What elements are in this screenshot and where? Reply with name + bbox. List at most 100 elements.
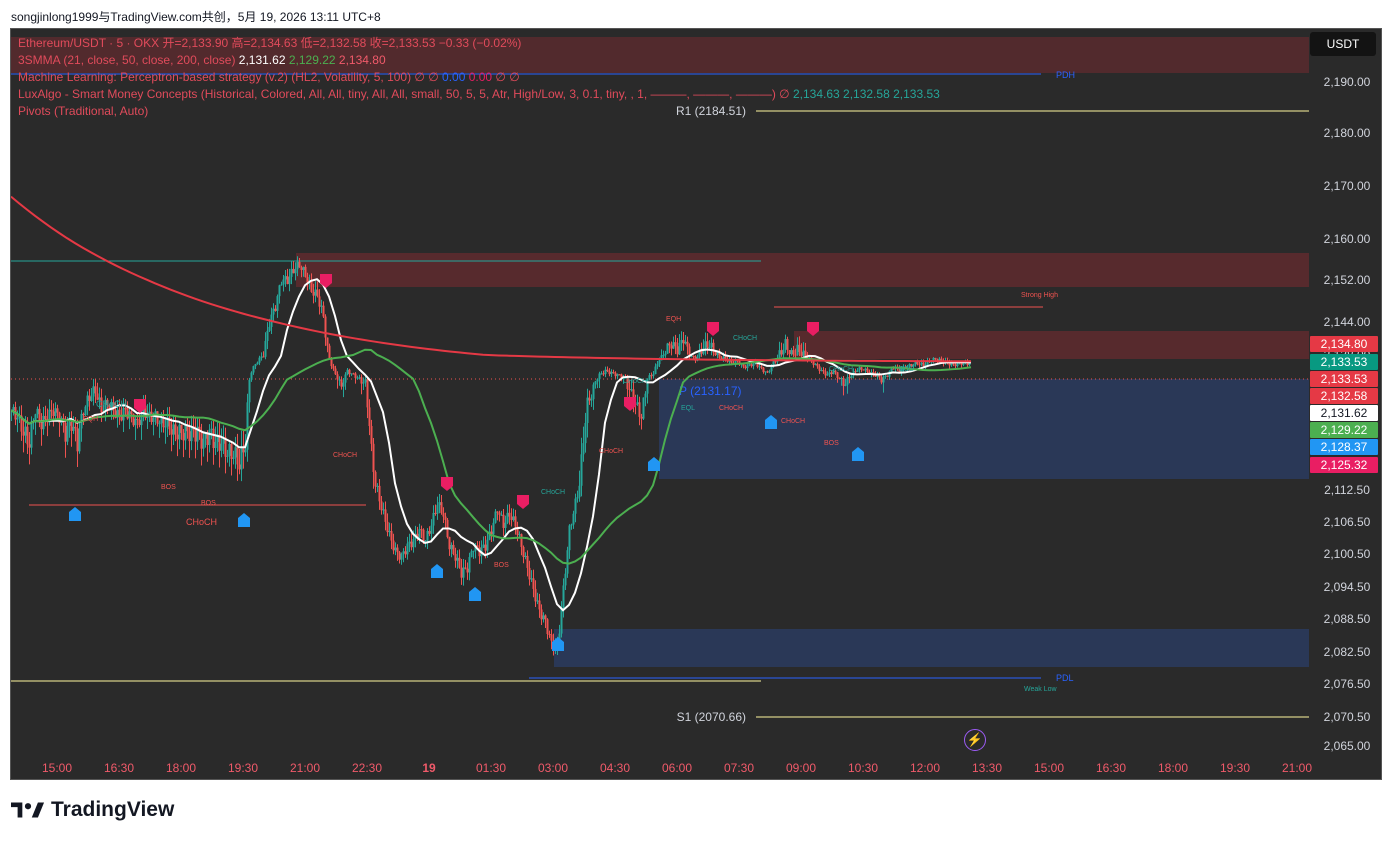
candle-body xyxy=(292,268,295,274)
candle-body xyxy=(424,540,427,542)
candle-body xyxy=(316,289,319,297)
candle-body xyxy=(640,416,643,419)
candle-body xyxy=(668,343,671,346)
candle-body xyxy=(462,567,465,578)
candle-body xyxy=(236,447,239,465)
candle-body xyxy=(840,378,843,380)
candle-body xyxy=(882,376,885,383)
candle-body xyxy=(506,512,509,523)
smc-structure-label: CHoCH xyxy=(623,378,647,385)
candle-body xyxy=(420,529,423,531)
candle-body xyxy=(348,369,351,375)
legend-ml-value-1: 0.00 xyxy=(442,70,466,84)
candle-body xyxy=(584,422,587,444)
candle-body xyxy=(238,464,241,470)
candle-body xyxy=(68,421,71,426)
candle-body xyxy=(854,371,857,373)
candle-body xyxy=(256,362,259,365)
candle-body xyxy=(954,364,957,367)
candle-body xyxy=(234,447,237,458)
candle-body xyxy=(770,366,773,372)
candle-body xyxy=(368,407,371,427)
candle-body xyxy=(406,543,409,555)
candle-body xyxy=(636,402,639,405)
x-axis-tick-label: 21:00 xyxy=(290,761,320,775)
candle-body xyxy=(338,379,341,381)
candle-body xyxy=(430,525,433,534)
candle-body xyxy=(122,408,125,421)
candle-body xyxy=(612,371,615,373)
candle-body xyxy=(614,372,617,377)
smc-structure-label: EQL xyxy=(681,405,695,412)
candle-body xyxy=(548,634,551,636)
candle-body xyxy=(314,289,317,296)
candle-body xyxy=(656,364,659,367)
candle-body xyxy=(680,339,683,343)
candle-body xyxy=(328,345,331,359)
indicator-legend: Ethereum/USDT · 5 · OKX 开=2,133.90 高=2,1… xyxy=(18,35,940,120)
candle-body xyxy=(500,514,503,516)
candle-body xyxy=(566,550,569,574)
candle-body xyxy=(762,367,765,373)
candle-body xyxy=(78,428,81,452)
legend-smma-label[interactable]: 3SMMA (21, close, 50, close, 200, close) xyxy=(18,53,235,67)
x-axis-tick-label: 06:00 xyxy=(662,761,692,775)
candle-body xyxy=(708,347,711,349)
x-axis-tick-label: 18:00 xyxy=(166,761,196,775)
candle-body xyxy=(768,371,771,373)
pdh-label: PDH xyxy=(1056,70,1075,80)
x-axis-tick-label: 13:30 xyxy=(972,761,1002,775)
x-axis-tick-label: 15:00 xyxy=(1034,761,1064,775)
candle-body xyxy=(334,368,337,375)
candle-body xyxy=(250,372,253,380)
candle-body xyxy=(520,534,523,548)
price-label: 2,129.22 xyxy=(1321,423,1368,437)
x-axis-tick-label: 10:30 xyxy=(848,761,878,775)
candle-body xyxy=(884,375,887,377)
price-label: 2,128.37 xyxy=(1321,440,1368,454)
candle-body xyxy=(212,428,215,449)
legend-luxalgo-label[interactable]: LuxAlgo - Smart Money Concepts (Historic… xyxy=(18,87,790,101)
y-axis-tick-label: 2,170.00 xyxy=(1324,179,1371,193)
smc-structure-label: CHoCH xyxy=(719,405,743,412)
candle-body xyxy=(850,375,853,379)
currency-button[interactable]: USDT xyxy=(1310,32,1376,56)
candle-body xyxy=(266,330,269,341)
candle-body xyxy=(28,444,31,448)
candle-body xyxy=(820,370,823,372)
candle-body xyxy=(920,362,923,365)
candle-body xyxy=(968,363,971,366)
smc-structure-label: EQH xyxy=(666,316,681,323)
candle-body xyxy=(50,409,53,412)
candle-body xyxy=(512,516,515,520)
y-axis-tick-label: 2,094.50 xyxy=(1324,580,1371,594)
candle-body xyxy=(848,377,851,379)
candle-body xyxy=(774,361,777,363)
lightning-icon[interactable]: ⚡ xyxy=(964,729,986,751)
chart-frame[interactable]: PDH PDL R1 (2184.51) S1 (2070.66) P (2131.17… xyxy=(10,28,1382,780)
candle-body xyxy=(282,279,285,285)
candle-body xyxy=(276,296,279,311)
candle-body xyxy=(458,557,461,568)
candle-body xyxy=(890,368,893,372)
candle-body xyxy=(580,454,583,486)
price-chart[interactable]: PDHPDLR1 (2184.51)S1 (2070.66)P (2131.17… xyxy=(11,29,1381,779)
legend-smma: 3SMMA (21, close, 50, close, 200, close)… xyxy=(18,52,940,69)
candle-body xyxy=(404,551,407,555)
candle-body xyxy=(400,553,403,560)
candle-body xyxy=(70,421,73,431)
candle-body xyxy=(252,366,255,373)
legend-ml-label[interactable]: Machine Learning: Perceptron-based strat… xyxy=(18,70,439,84)
candle-body xyxy=(934,357,937,360)
legend-pivots[interactable]: Pivots (Traditional, Auto) xyxy=(18,103,940,120)
legend-symbol-ohlc[interactable]: Ethereum/USDT · 5 · OKX 开=2,133.90 高=2,1… xyxy=(18,35,940,52)
candle-body xyxy=(648,375,651,380)
candle-body xyxy=(74,426,77,429)
candle-body xyxy=(264,340,267,357)
chart-watermark-header: songjinlong1999与TradingView.com共创，5月 19,… xyxy=(11,10,381,24)
candle-body xyxy=(542,615,545,620)
candle-body xyxy=(494,511,497,523)
candle-body xyxy=(590,399,593,401)
candle-body xyxy=(248,379,251,403)
candle-body xyxy=(178,424,181,440)
